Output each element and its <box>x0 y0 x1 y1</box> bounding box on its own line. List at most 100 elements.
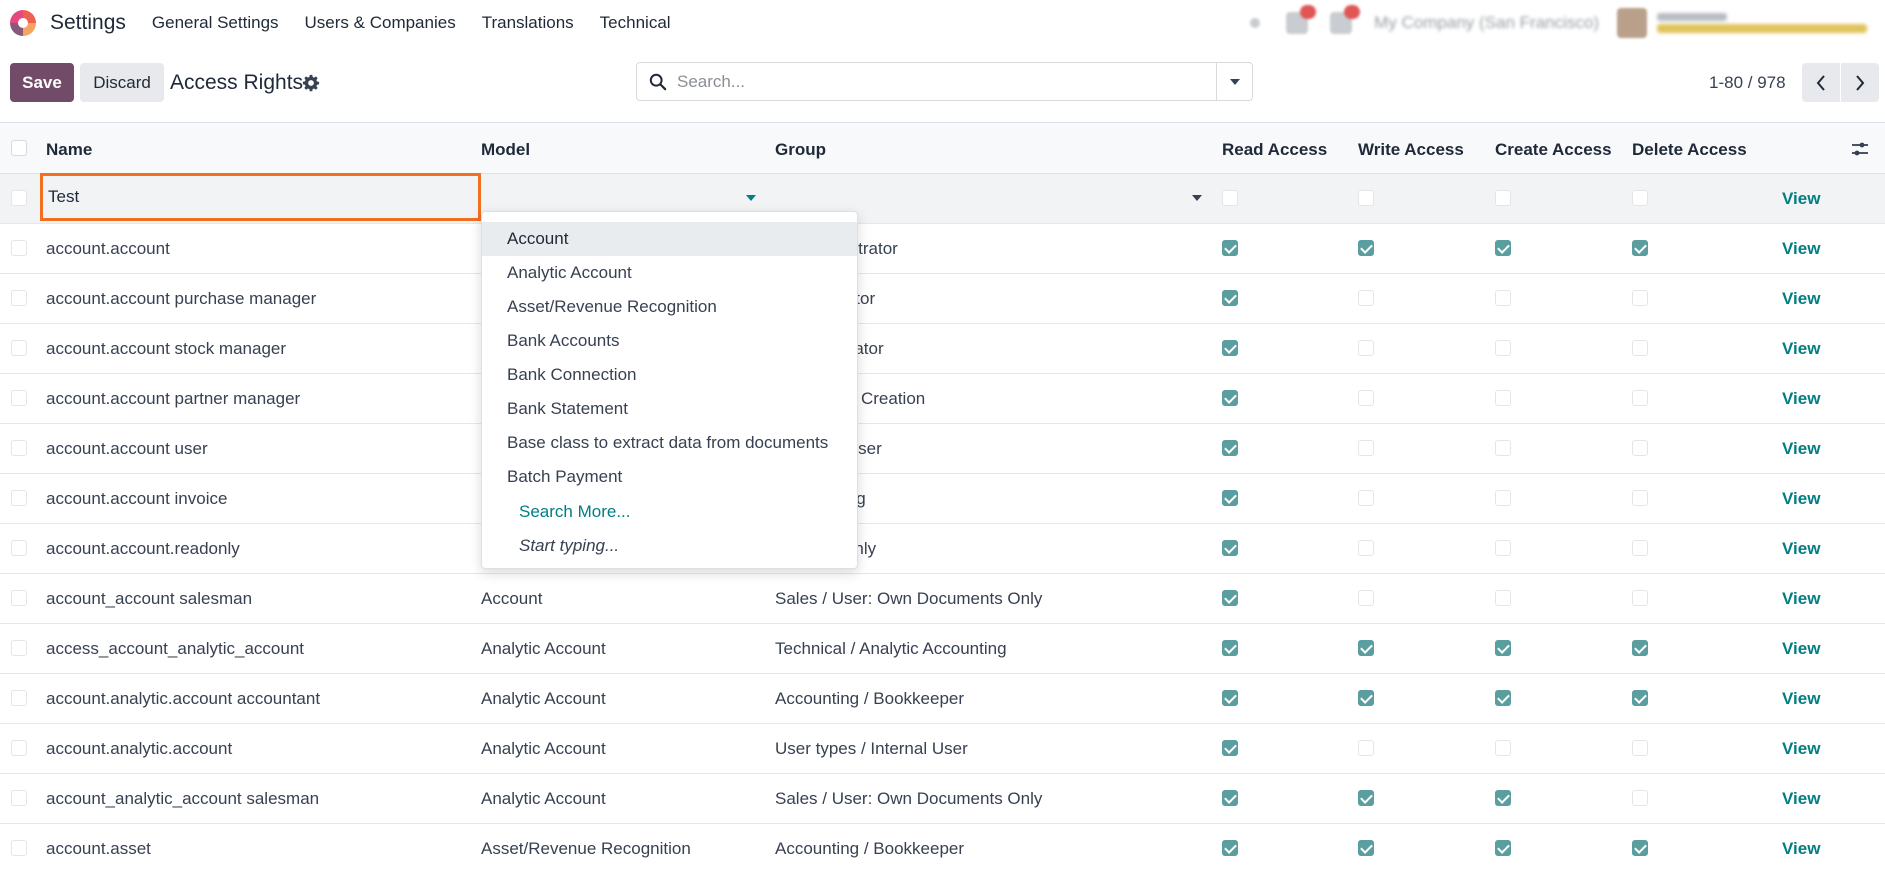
table-row[interactable]: access_account_analytic_account Analytic … <box>0 624 1885 674</box>
view-link[interactable]: View <box>1782 439 1820 459</box>
dropdown-option-account[interactable]: Account <box>482 222 857 256</box>
create-access-checkbox[interactable] <box>1495 740 1511 756</box>
dropdown-search-more[interactable]: Search More... <box>519 502 631 522</box>
user-avatar[interactable] <box>1617 8 1647 38</box>
write-access-checkbox[interactable] <box>1358 640 1374 656</box>
delete-access-checkbox[interactable] <box>1632 290 1648 306</box>
read-access-checkbox[interactable] <box>1222 190 1238 206</box>
view-link[interactable]: View <box>1782 339 1820 359</box>
column-header-group[interactable]: Group <box>775 140 826 160</box>
write-access-checkbox[interactable] <box>1358 340 1374 356</box>
write-access-checkbox[interactable] <box>1358 290 1374 306</box>
view-link[interactable]: View <box>1782 289 1820 309</box>
create-access-checkbox[interactable] <box>1495 690 1511 706</box>
read-access-checkbox[interactable] <box>1222 340 1238 356</box>
menu-users-companies[interactable]: Users & Companies <box>305 13 456 33</box>
read-access-checkbox[interactable] <box>1222 490 1238 506</box>
read-access-checkbox[interactable] <box>1222 240 1238 256</box>
pager-previous-button[interactable] <box>1802 63 1840 102</box>
read-access-checkbox[interactable] <box>1222 790 1238 806</box>
column-header-read-access[interactable]: Read Access <box>1222 140 1327 160</box>
dropdown-option-bank-connection[interactable]: Bank Connection <box>482 358 857 392</box>
view-link[interactable]: View <box>1782 639 1820 659</box>
app-title[interactable]: Settings <box>50 11 126 35</box>
row-checkbox[interactable] <box>11 390 27 406</box>
pager-next-button[interactable] <box>1841 63 1879 102</box>
row-checkbox[interactable] <box>11 790 27 806</box>
row-checkbox[interactable] <box>11 640 27 656</box>
dropdown-option-batch-payment[interactable]: Batch Payment <box>482 460 857 494</box>
create-access-checkbox[interactable] <box>1495 340 1511 356</box>
write-access-checkbox[interactable] <box>1358 190 1374 206</box>
table-row[interactable]: account.account.readonlyg / Read-onlyVie… <box>0 524 1885 574</box>
odoo-logo-icon[interactable] <box>10 10 36 36</box>
delete-access-checkbox[interactable] <box>1632 640 1648 656</box>
view-link[interactable]: View <box>1782 789 1820 809</box>
name-input-value[interactable]: Test <box>48 187 79 207</box>
delete-access-checkbox[interactable] <box>1632 340 1648 356</box>
read-access-checkbox[interactable] <box>1222 390 1238 406</box>
read-access-checkbox[interactable] <box>1222 440 1238 456</box>
column-header-write-access[interactable]: Write Access <box>1358 140 1464 160</box>
delete-access-checkbox[interactable] <box>1632 790 1648 806</box>
create-access-checkbox[interactable] <box>1495 490 1511 506</box>
group-dropdown-caret-icon[interactable] <box>1192 195 1202 201</box>
dropdown-option-bank-accounts[interactable]: Bank Accounts <box>482 324 857 358</box>
view-link[interactable]: View <box>1782 239 1820 259</box>
delete-access-checkbox[interactable] <box>1632 190 1648 206</box>
view-link[interactable]: View <box>1782 539 1820 559</box>
view-link[interactable]: View <box>1782 589 1820 609</box>
table-row[interactable]: account_analytic_account salesman Analyti… <box>0 774 1885 824</box>
table-row[interactable]: account.account stock manager/ Administr… <box>0 324 1885 374</box>
row-checkbox[interactable] <box>11 190 27 206</box>
create-access-checkbox[interactable] <box>1495 390 1511 406</box>
delete-access-checkbox[interactable] <box>1632 240 1648 256</box>
write-access-checkbox[interactable] <box>1358 240 1374 256</box>
row-checkbox[interactable] <box>11 740 27 756</box>
menu-general-settings[interactable]: General Settings <box>152 13 279 33</box>
row-checkbox[interactable] <box>11 440 27 456</box>
search-icon[interactable] <box>649 73 667 91</box>
create-access-checkbox[interactable] <box>1495 240 1511 256</box>
pager-value[interactable]: 1-80 / 978 <box>1709 73 1786 93</box>
write-access-checkbox[interactable] <box>1358 540 1374 556</box>
gear-icon[interactable] <box>302 74 320 92</box>
menu-translations[interactable]: Translations <box>482 13 574 33</box>
read-access-checkbox[interactable] <box>1222 840 1238 856</box>
delete-access-checkbox[interactable] <box>1632 690 1648 706</box>
name-input-highlight[interactable]: Test <box>40 173 481 221</box>
row-checkbox[interactable] <box>11 590 27 606</box>
read-access-checkbox[interactable] <box>1222 740 1238 756</box>
column-header-name[interactable]: Name <box>46 140 92 160</box>
search-options-toggle[interactable] <box>1216 63 1252 100</box>
delete-access-checkbox[interactable] <box>1632 490 1648 506</box>
table-row[interactable]: account_account salesman Account Sales / U… <box>0 574 1885 624</box>
table-row[interactable]: account.accountg / AdministratorView <box>0 224 1885 274</box>
column-header-create-access[interactable]: Create Access <box>1495 140 1612 160</box>
create-access-checkbox[interactable] <box>1495 840 1511 856</box>
table-row[interactable]: account.analytic.account Analytic Account… <box>0 724 1885 774</box>
dropdown-option-bank-statement[interactable]: Bank Statement <box>482 392 857 426</box>
view-link[interactable]: View <box>1782 839 1820 859</box>
delete-access-checkbox[interactable] <box>1632 390 1648 406</box>
table-row[interactable]: account.asset Asset/Revenue Recognition Ac… <box>0 824 1885 869</box>
create-access-checkbox[interactable] <box>1495 790 1511 806</box>
create-access-checkbox[interactable] <box>1495 290 1511 306</box>
view-link[interactable]: View <box>1782 689 1820 709</box>
create-access-checkbox[interactable] <box>1495 640 1511 656</box>
write-access-checkbox[interactable] <box>1358 690 1374 706</box>
row-checkbox[interactable] <box>11 540 27 556</box>
save-button[interactable]: Save <box>10 63 74 102</box>
row-checkbox[interactable] <box>11 290 27 306</box>
create-access-checkbox[interactable] <box>1495 440 1511 456</box>
view-link[interactable]: View <box>1782 489 1820 509</box>
row-checkbox[interactable] <box>11 240 27 256</box>
delete-access-checkbox[interactable] <box>1632 590 1648 606</box>
messaging-icon[interactable] <box>1286 5 1317 34</box>
menu-technical[interactable]: Technical <box>600 13 671 33</box>
table-row[interactable]: account.account invoiceg / InvoicingView <box>0 474 1885 524</box>
select-all-checkbox[interactable] <box>11 140 27 156</box>
write-access-checkbox[interactable] <box>1358 490 1374 506</box>
read-access-checkbox[interactable] <box>1222 590 1238 606</box>
optional-columns-icon[interactable] <box>1851 141 1869 157</box>
